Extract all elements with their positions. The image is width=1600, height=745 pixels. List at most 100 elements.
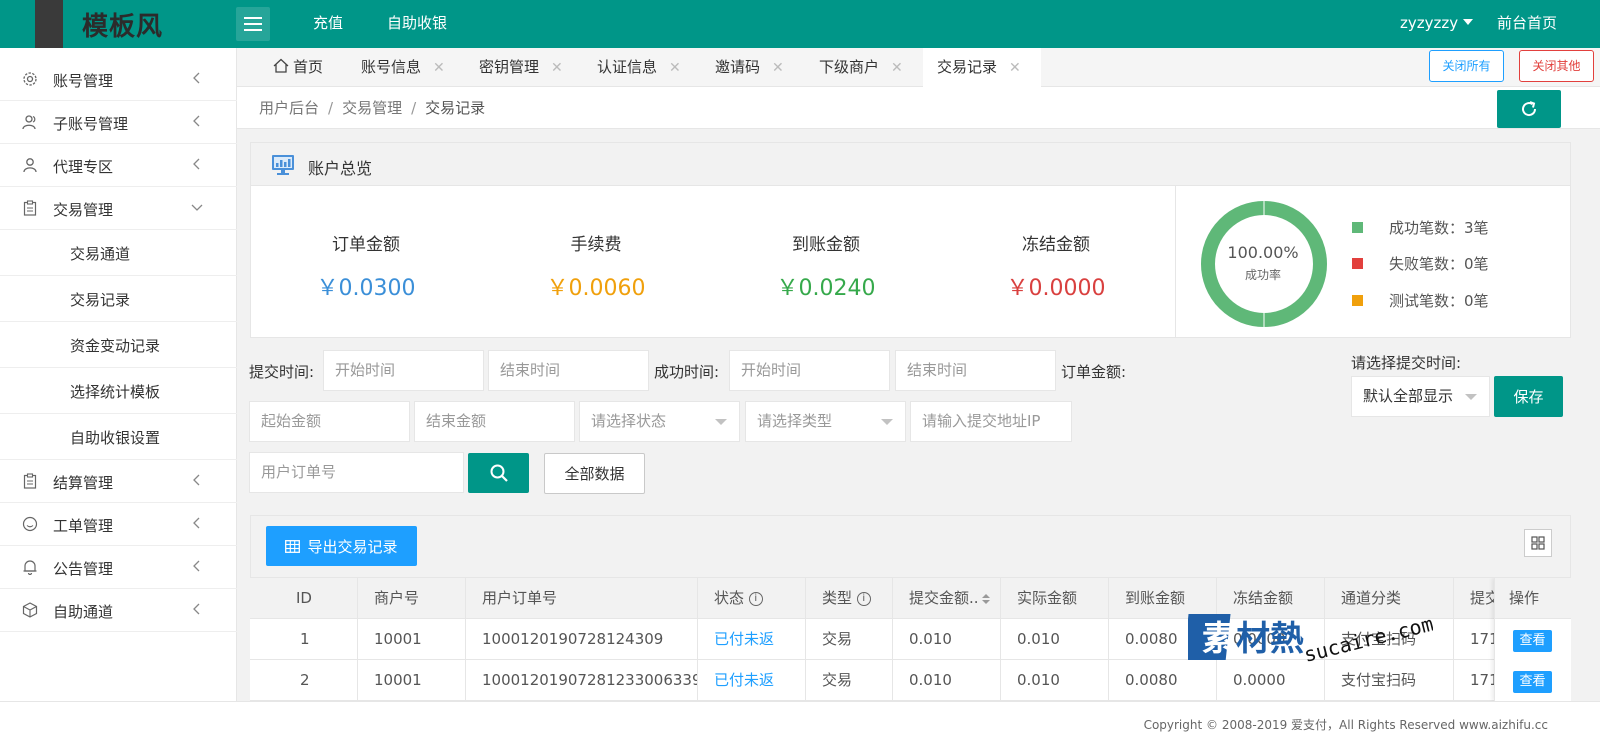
table-row[interactable]: 1 10001 1000120190728124309 已付未返 交易 0.01… xyxy=(250,619,1571,660)
tab-transaction-records[interactable]: 交易记录 ✕ xyxy=(923,48,1041,87)
column-filter-button[interactable] xyxy=(1524,529,1552,557)
table-header: ID 商户号 用户订单号 状态 i 类型 i 提交金额.. 实际金额 到账金额 … xyxy=(250,578,1571,619)
sidebar-item-transactions[interactable]: 交易管理 xyxy=(0,187,237,230)
sidebar-subitem-fund-changes[interactable]: 资金变动记录 xyxy=(0,322,237,368)
cell-submit-amount: 0.010 xyxy=(893,619,1001,660)
submit-end-time-input[interactable]: 结束时间 xyxy=(488,350,649,391)
close-icon[interactable]: ✕ xyxy=(669,60,681,76)
sidebar-item-account[interactable]: 账号管理 xyxy=(0,58,237,101)
user-menu[interactable]: zyzyzzy xyxy=(1400,0,1474,48)
legend-swatch xyxy=(1352,257,1363,269)
cell-status[interactable]: 已付未返 xyxy=(698,660,806,701)
nav-self-cashier[interactable]: 自助收银 xyxy=(387,0,447,48)
transactions-table: ID 商户号 用户订单号 状态 i 类型 i 提交金额.. 实际金额 到账金额 … xyxy=(250,578,1571,701)
column-header-operations: 操作 xyxy=(1495,578,1571,619)
tab-key-management[interactable]: 密钥管理 ✕ xyxy=(465,48,583,87)
sidebar-item-tickets[interactable]: 工单管理 xyxy=(0,503,237,546)
tab-home[interactable]: 首页 xyxy=(259,48,347,87)
table-row[interactable]: 2 10001 10001201907281233006339 已付未返 交易 … xyxy=(250,660,1571,701)
all-data-button[interactable]: 全部数据 xyxy=(544,453,645,494)
export-records-button[interactable]: 导出交易记录 xyxy=(266,526,417,566)
view-button[interactable]: 查看 xyxy=(1513,671,1552,693)
info-icon[interactable]: i xyxy=(856,591,871,606)
close-icon[interactable]: ✕ xyxy=(772,60,784,76)
close-all-tabs-button[interactable]: 关闭所有 xyxy=(1429,50,1504,82)
nav-recharge[interactable]: 充值 xyxy=(313,0,343,48)
nav-front-home[interactable]: 前台首页 xyxy=(1497,0,1557,48)
sidebar-item-agent[interactable]: 代理专区 xyxy=(0,144,237,187)
sidebar-item-self-channels[interactable]: 自助通道 xyxy=(0,589,237,632)
cell-merchant: 10001 xyxy=(358,660,466,701)
cell-actual-amount: 0.010 xyxy=(1001,619,1109,660)
cell-order-no: 1000120190728124309 xyxy=(466,619,698,660)
sidebar: 账号管理 子账号管理 代理专区 交易管理 交易通道 交易记录 资金变动记录 选择… xyxy=(0,48,237,745)
cell-status[interactable]: 已付未返 xyxy=(698,619,806,660)
sidebar-subitem-channels[interactable]: 交易通道 xyxy=(0,230,237,276)
close-other-tabs-button[interactable]: 关闭其他 xyxy=(1519,50,1594,82)
close-icon[interactable]: ✕ xyxy=(433,60,445,76)
breadcrumb-item-current: 交易记录 xyxy=(425,99,486,117)
logo[interactable]: 模板风 xyxy=(30,0,175,48)
min-amount-input[interactable]: 起始金额 xyxy=(249,401,410,442)
legend-swatch xyxy=(1352,221,1363,233)
sidebar-subitem-cashier-settings[interactable]: 自助收银设置 xyxy=(0,414,237,460)
search-icon xyxy=(490,464,508,482)
type-select[interactable]: 请选择类型 xyxy=(745,401,906,442)
breadcrumb-item[interactable]: 交易管理 xyxy=(342,99,402,117)
submit-ip-input[interactable]: 请输入提交地址IP xyxy=(910,401,1072,442)
view-button[interactable]: 查看 xyxy=(1513,630,1552,652)
search-button[interactable] xyxy=(468,453,529,493)
tab-invite-code[interactable]: 邀请码 ✕ xyxy=(701,48,805,87)
column-header-label: 类型 xyxy=(822,589,853,607)
stat-value: ￥0.0060 xyxy=(546,276,646,301)
submit-time-display-select[interactable]: 默认全部显示 xyxy=(1351,376,1490,417)
refresh-button[interactable] xyxy=(1497,90,1561,128)
breadcrumb-item[interactable]: 用户后台 xyxy=(259,99,319,117)
column-header-type: 类型 i xyxy=(806,578,893,619)
max-amount-input[interactable]: 结束金额 xyxy=(414,401,575,442)
tab-label: 下级商户 xyxy=(819,58,880,76)
caret-down-icon xyxy=(1463,19,1474,25)
column-header-label: 状态 xyxy=(714,589,745,607)
legend-test: 测试笔数：0笔 xyxy=(1352,290,1489,311)
username: zyzyzzy xyxy=(1400,14,1459,32)
status-select-placeholder: 请选择状态 xyxy=(591,412,667,430)
chevron-down-icon xyxy=(1465,394,1477,400)
column-header-submit-amount[interactable]: 提交金额.. xyxy=(893,578,1001,619)
submit-start-time-input[interactable]: 开始时间 xyxy=(323,350,484,391)
donut-center: 100.00% 成功率 xyxy=(1205,243,1321,283)
close-icon[interactable]: ✕ xyxy=(551,60,563,76)
stat-label: 到账金额 xyxy=(792,235,860,255)
sidebar-subitem-stat-template[interactable]: 选择统计模板 xyxy=(0,368,237,414)
close-icon[interactable]: ✕ xyxy=(891,60,903,76)
hamburger-icon xyxy=(244,17,262,31)
cell-type: 交易 xyxy=(806,660,893,701)
success-start-time-input[interactable]: 开始时间 xyxy=(729,350,890,391)
menu-toggle-button[interactable] xyxy=(236,7,270,41)
column-header-channel: 通道分类 xyxy=(1325,578,1454,619)
legend-swatch xyxy=(1352,294,1363,306)
success-end-time-input[interactable]: 结束时间 xyxy=(895,350,1056,391)
column-header-received-amount: 到账金额 xyxy=(1109,578,1217,619)
close-icon[interactable]: ✕ xyxy=(1009,60,1021,76)
user-icon xyxy=(23,158,37,173)
status-select[interactable]: 请选择状态 xyxy=(579,401,740,442)
tab-verification[interactable]: 认证信息 ✕ xyxy=(583,48,701,87)
sidebar-subitem-label: 自助收银设置 xyxy=(70,429,161,447)
stat-frozen: 冻结金额 ￥0.0000 xyxy=(941,230,1171,302)
save-button[interactable]: 保存 xyxy=(1494,376,1563,417)
sidebar-item-settlement[interactable]: 结算管理 xyxy=(0,460,237,503)
sort-icon[interactable] xyxy=(981,593,991,605)
success-rate-value: 100.00% xyxy=(1227,243,1299,262)
tab-sub-merchants[interactable]: 下级商户 ✕ xyxy=(805,48,923,87)
sidebar-subitem-records[interactable]: 交易记录 xyxy=(0,276,237,322)
order-number-input[interactable]: 用户订单号 xyxy=(249,452,464,493)
column-header-label: 提交金额.. xyxy=(909,589,979,607)
breadcrumb: 用户后台 / 交易管理 / 交易记录 xyxy=(237,87,1600,129)
order-amount-label: 订单金额: xyxy=(1061,363,1127,381)
tab-account-info[interactable]: 账号信息 ✕ xyxy=(347,48,465,87)
info-icon[interactable]: i xyxy=(748,591,763,606)
chevron-left-icon xyxy=(193,72,200,84)
sidebar-item-subaccount[interactable]: 子账号管理 xyxy=(0,101,237,144)
sidebar-item-announcements[interactable]: 公告管理 xyxy=(0,546,237,589)
